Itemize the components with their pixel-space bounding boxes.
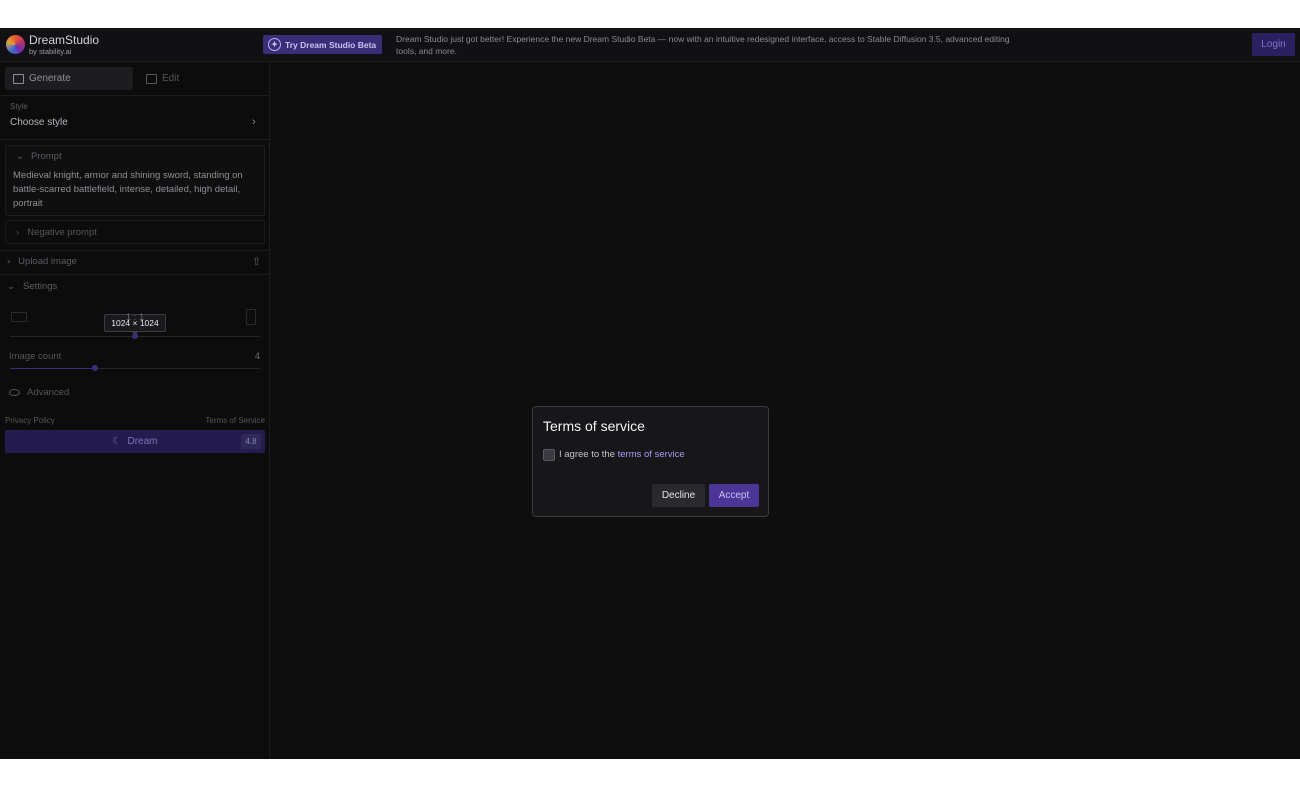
decline-button[interactable]: Decline: [652, 484, 705, 507]
upload-image-label: Upload image: [18, 256, 77, 267]
prompt-header[interactable]: ⌄ Prompt: [16, 151, 62, 162]
chevron-down-icon: ⌄: [7, 281, 15, 292]
upload-icon[interactable]: ⇧: [252, 255, 261, 268]
announcement-text: Dream Studio just got better! Experience…: [396, 34, 1010, 56]
chevron-down-icon: ⌄: [16, 151, 24, 162]
aspect-ratio-value: 1 : 1: [125, 312, 145, 323]
eye-icon: [9, 389, 20, 396]
style-label: Style: [10, 102, 28, 111]
try-beta-label: Try Dream Studio Beta: [285, 39, 377, 50]
upload-image-row[interactable]: › Upload image: [7, 256, 77, 267]
style-selector[interactable]: Choose style: [10, 117, 68, 128]
chevron-right-icon: ›: [16, 227, 20, 238]
try-beta-button[interactable]: ✦ Try Dream Studio Beta: [263, 35, 382, 54]
image-count-slider-thumb[interactable]: [92, 365, 98, 371]
aspect-ratio-slider[interactable]: [10, 333, 260, 339]
negative-prompt-panel[interactable]: › Negative prompt: [5, 220, 265, 244]
sparkle-icon: ✦: [268, 38, 281, 51]
negative-prompt-label: Negative prompt: [27, 227, 97, 238]
settings-label: Settings: [22, 281, 58, 292]
accept-button[interactable]: Accept: [709, 484, 759, 507]
image-count-label: Image count: [9, 351, 62, 362]
dream-icon: ☾: [112, 436, 122, 447]
portrait-icon[interactable]: [246, 309, 256, 325]
agree-checkbox[interactable]: [543, 449, 555, 461]
brand-subtitle: by stability.ai: [29, 47, 72, 56]
edit-icon: [146, 73, 157, 84]
dream-button[interactable]: ☾ Dream 4.8: [5, 430, 265, 453]
divider: [0, 274, 270, 275]
divider: [0, 95, 270, 96]
image-count-slider[interactable]: [10, 365, 260, 371]
prompt-input[interactable]: Medieval knight, armor and shining sword…: [13, 169, 263, 211]
prompt-panel: ⌄ Prompt Medieval knight, armor and shin…: [5, 145, 265, 216]
dreamstudio-app: DreamStudio by stability.ai ✦ Try Dream …: [0, 28, 1300, 759]
tab-generate[interactable]: Generate: [5, 67, 133, 90]
image-count-value: 4: [254, 351, 260, 362]
agree-prefix: I agree to the: [559, 449, 615, 460]
negative-prompt-header: › Negative prompt: [16, 227, 97, 238]
dreamstudio-logo-icon[interactable]: [6, 35, 25, 54]
divider: [0, 250, 270, 251]
tab-edit-label: Edit: [162, 73, 180, 84]
landscape-icon[interactable]: [11, 312, 27, 322]
sidebar: Generate Edit Style Choose style › ⌄ Pro…: [0, 62, 270, 759]
tab-generate-label: Generate: [29, 73, 71, 84]
settings-header[interactable]: ⌄ Settings: [7, 281, 57, 292]
terms-modal: Terms of service I agree to the terms of…: [532, 406, 769, 517]
tab-edit[interactable]: Edit: [138, 67, 266, 90]
modal-title: Terms of service: [543, 418, 645, 434]
privacy-policy-link[interactable]: Privacy Policy: [5, 416, 55, 425]
dream-label: Dream: [127, 436, 158, 447]
image-count-slider-fill: [10, 368, 95, 369]
terms-of-service-link[interactable]: Terms of Service: [180, 416, 265, 425]
agree-label: I agree to the terms of service: [559, 449, 685, 460]
prompt-label: Prompt: [30, 151, 62, 162]
top-bar: DreamStudio by stability.ai ✦ Try Dream …: [0, 28, 1300, 62]
credit-cost-badge: 4.8: [241, 434, 261, 449]
terms-of-service-link[interactable]: terms of service: [618, 449, 685, 460]
grid-icon: [13, 73, 24, 84]
chevron-right-icon: ›: [7, 256, 11, 267]
login-button[interactable]: Login: [1252, 33, 1295, 56]
advanced-label: Advanced: [27, 387, 70, 398]
brand-name[interactable]: DreamStudio: [29, 33, 99, 47]
divider: [0, 139, 270, 140]
advanced-toggle[interactable]: Advanced: [9, 387, 69, 398]
chevron-right-icon[interactable]: ›: [252, 116, 256, 128]
aspect-ratio-slider-thumb[interactable]: [132, 333, 138, 339]
